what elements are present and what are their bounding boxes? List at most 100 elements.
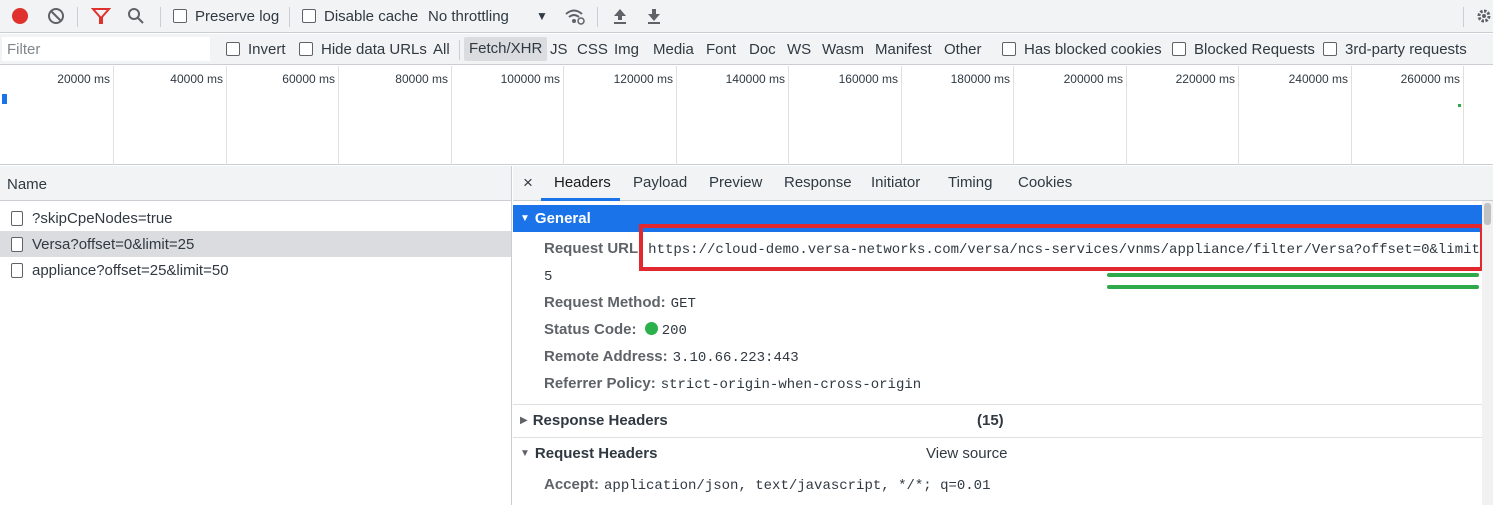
disable-cache-checkbox[interactable] <box>302 9 316 27</box>
request-url-value-wrap: 5 <box>544 269 553 285</box>
tab-initiator[interactable]: Initiator <box>871 174 920 191</box>
details-scrollbar-thumb[interactable] <box>1484 203 1491 225</box>
name-column-header[interactable]: Name <box>0 166 511 201</box>
accept-label: Accept: <box>544 476 600 493</box>
request-name: appliance?offset=25&limit=50 <box>32 261 229 279</box>
hide-data-urls-checkbox[interactable] <box>299 42 313 60</box>
close-details-icon[interactable]: × <box>523 173 533 193</box>
timeline-tick-label: 20000 ms <box>57 72 110 86</box>
type-filter-manifest[interactable]: Manifest <box>875 41 932 58</box>
type-filter-other[interactable]: Other <box>944 41 982 58</box>
timeline-gridline <box>1463 66 1464 165</box>
type-filter-all[interactable]: All <box>433 41 450 58</box>
status-code-value: 200 <box>661 323 687 339</box>
type-filter-fetch-xhr[interactable]: Fetch/XHR <box>464 37 548 61</box>
disable-cache-label: Disable cache <box>324 8 419 25</box>
timeline-tick-label: 60000 ms <box>282 72 335 86</box>
referrer-policy-value: strict-origin-when-cross-origin <box>660 377 922 393</box>
timeline-request-bar <box>2 94 7 104</box>
tab-cookies[interactable]: Cookies <box>1018 174 1072 191</box>
timeline-tick-label: 100000 ms <box>500 72 560 86</box>
type-filter-css[interactable]: CSS <box>577 41 608 58</box>
section-divider <box>513 437 1483 438</box>
request-url-wrap: 5 <box>544 267 552 285</box>
timeline-gridline <box>1238 66 1239 165</box>
preserve-log-label: Preserve log <box>195 8 280 25</box>
timeline-gridline <box>676 66 677 165</box>
expanded-triangle-icon: ▼ <box>520 213 530 224</box>
timeline-gridline <box>1126 66 1127 165</box>
filter-toggle-button[interactable] <box>88 3 114 29</box>
network-conditions-button[interactable] <box>562 3 588 29</box>
section-divider <box>513 404 1483 405</box>
tab-timing[interactable]: Timing <box>948 174 992 191</box>
filter-input[interactable] <box>2 37 210 61</box>
timeline-gridline <box>1013 66 1014 165</box>
details-tabs: × Headers Payload Preview Response Initi… <box>513 166 1493 201</box>
remote-address-value: 3.10.66.223:443 <box>672 350 799 366</box>
search-button[interactable] <box>123 3 149 29</box>
tab-response[interactable]: Response <box>784 174 852 191</box>
timeline-gridline <box>1351 66 1352 165</box>
green-underline-mark <box>1107 273 1479 277</box>
type-filter-wasm[interactable]: Wasm <box>822 41 864 58</box>
accept-value: application/json, text/javascript, */*; … <box>604 478 991 494</box>
tab-preview[interactable]: Preview <box>709 174 762 191</box>
request-row-selected[interactable]: Versa?offset=0&limit=25 <box>0 231 511 257</box>
timeline-tick-label: 180000 ms <box>950 72 1010 86</box>
tab-payload[interactable]: Payload <box>633 174 687 191</box>
type-filter-font[interactable]: Font <box>706 41 736 58</box>
timeline-overview[interactable]: 20000 ms 40000 ms 60000 ms 80000 ms 100000 m… <box>0 66 1493 165</box>
clear-button[interactable] <box>43 3 69 29</box>
blocked-cookies-checkbox[interactable] <box>1002 42 1016 60</box>
throttling-select[interactable]: No throttling <box>428 8 509 25</box>
third-party-label: 3rd-party requests <box>1345 41 1467 58</box>
file-icon <box>11 210 23 226</box>
third-party-checkbox[interactable] <box>1323 42 1337 60</box>
timeline-gridline <box>226 66 227 165</box>
timeline-tick-label: 40000 ms <box>170 72 223 86</box>
request-row[interactable]: appliance?offset=25&limit=50 <box>0 257 511 283</box>
request-name: ?skipCpeNodes=true <box>32 209 173 227</box>
remote-address-row: Remote Address: 3.10.66.223:443 <box>544 348 799 366</box>
view-source-link[interactable]: View source <box>926 445 1007 462</box>
type-filter-img[interactable]: Img <box>614 41 639 58</box>
timeline-tick-label: 160000 ms <box>838 72 898 86</box>
timeline-tick-label: 200000 ms <box>1063 72 1123 86</box>
download-icon <box>648 9 660 24</box>
import-har-button[interactable] <box>607 3 633 29</box>
request-row[interactable]: ?skipCpeNodes=true <box>0 205 511 231</box>
expanded-triangle-icon: ▼ <box>520 448 530 459</box>
request-url-label: Request URL: <box>544 240 644 257</box>
type-filter-js[interactable]: JS <box>550 41 568 58</box>
settings-button[interactable] <box>1471 3 1493 29</box>
upload-icon <box>614 9 626 24</box>
type-filter-media[interactable]: Media <box>653 41 694 58</box>
record-button[interactable] <box>7 3 33 29</box>
file-icon <box>11 236 23 252</box>
type-filter-ws[interactable]: WS <box>787 41 811 58</box>
preserve-log-checkbox[interactable] <box>173 9 187 27</box>
details-scrollbar[interactable] <box>1482 201 1493 505</box>
separator <box>77 7 78 27</box>
blocked-requests-checkbox[interactable] <box>1172 42 1186 60</box>
hide-data-urls-label: Hide data URLs <box>321 41 427 58</box>
response-headers-section-header[interactable]: ▶ Response Headers (15) <box>513 407 1483 434</box>
search-icon <box>128 8 144 24</box>
request-method-label: Request Method: <box>544 294 666 311</box>
tab-headers[interactable]: Headers <box>554 174 611 191</box>
timeline-tick-label: 260000 ms <box>1400 72 1460 86</box>
timeline-tick-label: 240000 ms <box>1288 72 1348 86</box>
timeline-gridline <box>338 66 339 165</box>
blocked-cookies-label: Has blocked cookies <box>1024 41 1162 58</box>
invert-checkbox[interactable] <box>226 42 240 60</box>
chevron-down-icon[interactable]: ▼ <box>536 9 548 23</box>
timeline-tick-label: 80000 ms <box>395 72 448 86</box>
file-icon <box>11 262 23 278</box>
separator <box>459 40 460 60</box>
blocked-requests-label: Blocked Requests <box>1194 41 1315 58</box>
request-headers-section-header[interactable]: ▼ Request Headers View source <box>513 440 1483 467</box>
request-details: × Headers Payload Preview Response Initi… <box>513 166 1493 505</box>
export-har-button[interactable] <box>641 3 667 29</box>
type-filter-doc[interactable]: Doc <box>749 41 776 58</box>
